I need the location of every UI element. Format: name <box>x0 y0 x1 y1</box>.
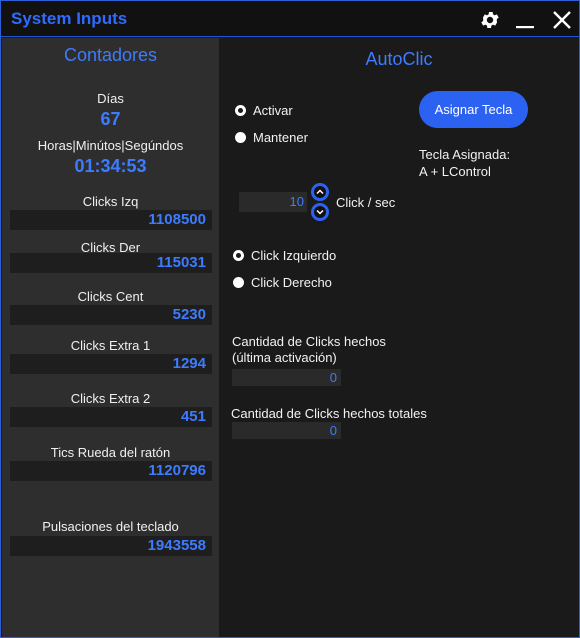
radio-click-derecho-label: Click Derecho <box>251 275 332 290</box>
counter-label-clicks-extra-2: Clicks Extra 2 <box>70 391 151 406</box>
close-button[interactable] <box>549 7 575 33</box>
time-value: 01:34:53 <box>74 156 147 176</box>
counter-value-clicks-extra-1: 1294 <box>10 354 212 374</box>
last-count-value: 0 <box>232 369 341 386</box>
total-count-label: Cantidad de Clicks hechos totales <box>231 406 427 421</box>
app-window: System Inputs Contadores Días 67 Horas|M… <box>0 0 580 638</box>
title-bar: System Inputs <box>1 1 579 37</box>
counter-value-wheel-ticks: 1120796 <box>10 461 212 481</box>
minimize-icon <box>516 26 534 29</box>
radio-selected-icon <box>233 250 244 261</box>
counters-panel: Contadores Días 67 Horas|Minútos|Segúndo… <box>2 38 219 637</box>
counter-value-clicks-left: 1108500 <box>10 210 212 230</box>
radio-selected-icon <box>235 105 246 116</box>
time-label: Horas|Minútos|Segúndos <box>37 138 184 153</box>
counters-title: Contadores <box>63 45 158 65</box>
radio-click-izquierdo[interactable]: Click Izquierdo <box>233 248 336 263</box>
days-label: Días <box>97 91 124 106</box>
counter-label-clicks-left: Clicks Izq <box>82 194 139 209</box>
radio-unselected-icon <box>235 132 246 143</box>
chevron-down-icon <box>316 209 324 215</box>
last-count-sublabel: (última activación) <box>232 350 337 365</box>
radio-click-izquierdo-label: Click Izquierdo <box>251 248 337 263</box>
click-rate-unit: Click / sec <box>336 195 396 210</box>
assigned-key-value: A + LControl <box>419 164 491 179</box>
radio-mantener[interactable]: Mantener <box>235 130 308 145</box>
chevron-up-icon <box>316 189 324 195</box>
counter-label-clicks-center: Clicks Cent <box>77 289 144 304</box>
rate-increase-button[interactable] <box>311 183 329 201</box>
radio-unselected-icon <box>233 277 244 288</box>
radio-mantener-label: Mantener <box>253 130 308 145</box>
settings-button[interactable] <box>477 7 503 33</box>
radio-activar[interactable]: Activar <box>235 103 293 118</box>
close-icon <box>553 11 571 29</box>
counter-value-keypresses: 1943558 <box>10 536 212 556</box>
radio-click-derecho[interactable]: Click Derecho <box>233 275 332 290</box>
window-title: System Inputs <box>11 9 128 28</box>
autoclic-title: AutoClic <box>365 49 433 69</box>
last-count-label: Cantidad de Clicks hechos <box>232 334 386 349</box>
click-rate-input[interactable]: 10 <box>239 192 307 212</box>
counter-value-clicks-right: 115031 <box>10 253 212 273</box>
counter-value-clicks-center: 5230 <box>10 305 212 325</box>
radio-activar-label: Activar <box>253 103 293 118</box>
minimize-button[interactable] <box>512 7 538 33</box>
counter-label-keypresses: Pulsaciones del teclado <box>42 519 179 534</box>
total-count-value: 0 <box>232 422 341 439</box>
counter-value-clicks-extra-2: 451 <box>10 407 212 427</box>
counter-label-wheel-ticks: Tics Rueda del ratón <box>50 445 171 460</box>
assigned-key-label: Tecla Asignada: <box>419 147 511 162</box>
gear-icon <box>481 12 499 28</box>
rate-decrease-button[interactable] <box>311 203 329 221</box>
counter-label-clicks-extra-1: Clicks Extra 1 <box>70 338 151 353</box>
assign-key-button[interactable]: Asignar Tecla <box>419 91 528 128</box>
days-value: 67 <box>100 109 121 129</box>
